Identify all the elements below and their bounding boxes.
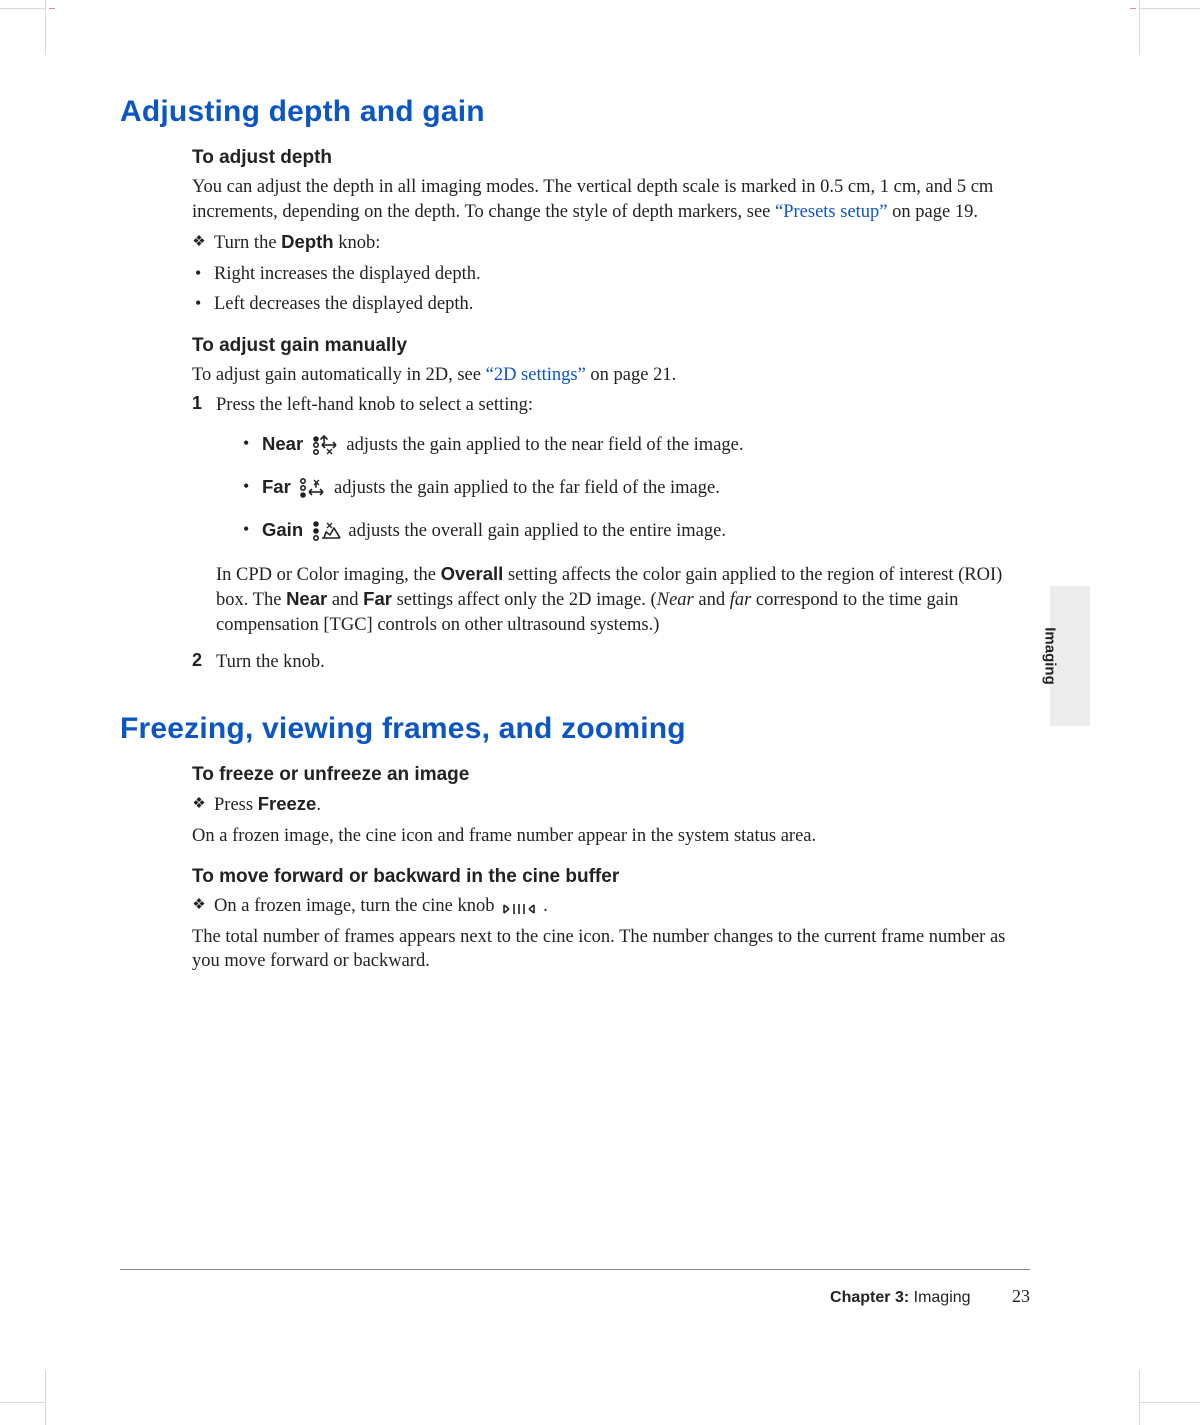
near-gain-icon xyxy=(310,434,340,456)
paragraph-freeze-note: On a frozen image, the cine icon and fra… xyxy=(192,824,1030,849)
text: . xyxy=(543,896,548,916)
overall-gain-icon xyxy=(310,520,342,542)
keyword-freeze: Freeze xyxy=(258,793,317,814)
step-turn-depth-knob: ❖ Turn the Depth knob: xyxy=(192,230,1030,256)
step-2-text: Turn the knob. xyxy=(216,652,325,672)
list-item-far: Far xyxy=(240,475,1030,500)
step-number: 1 xyxy=(192,393,216,643)
section-tab: Imaging xyxy=(1050,586,1090,726)
text: and xyxy=(694,590,730,610)
list-depth-directions: Right increases the displayed depth. Lef… xyxy=(192,262,1030,317)
text: To adjust gain automatically in 2D, see xyxy=(192,365,486,385)
heading-move-cine: To move forward or backward in the cine … xyxy=(192,866,1030,888)
text: . xyxy=(316,795,321,815)
text: In CPD or Color imaging, the xyxy=(216,565,441,585)
text: adjusts the overall gain applied to the … xyxy=(348,521,726,541)
text: and xyxy=(327,590,363,610)
section-tab-label: Imaging xyxy=(1042,627,1059,685)
italic-far: far xyxy=(730,590,752,610)
keyword-near: Near xyxy=(286,588,327,609)
heading-freezing-viewing-zooming: Freezing, viewing frames, and zooming xyxy=(120,712,1030,746)
diamond-bullet-icon: ❖ xyxy=(192,235,206,250)
text: settings affect only the 2D image. ( xyxy=(392,590,657,610)
link-presets-setup[interactable]: “Presets setup” xyxy=(775,202,888,222)
paragraph-gain-auto: To adjust gain automatically in 2D, see … xyxy=(192,363,1030,388)
footer-page-number: 23 xyxy=(975,1286,1030,1307)
step-1-text: Press the left-hand knob to select a set… xyxy=(216,395,533,415)
list-item-left: Left decreases the displayed depth. xyxy=(192,292,1030,316)
heading-to-adjust-depth: To adjust depth xyxy=(192,147,1030,169)
italic-near: Near xyxy=(657,590,694,610)
step-number: 2 xyxy=(192,650,216,674)
step-1: 1 Press the left-hand knob to select a s… xyxy=(192,393,1030,643)
step-turn-cine-knob: ❖ On a frozen image, turn the cine knob . xyxy=(192,894,1030,919)
paragraph-gain-note: In CPD or Color imaging, the Overall set… xyxy=(216,562,1030,638)
footer-chapter-name: Imaging xyxy=(914,1289,971,1306)
page-footer: Chapter 3: Imaging 23 xyxy=(830,1286,1030,1307)
text: Press xyxy=(214,795,258,815)
list-item-right: Right increases the displayed depth. xyxy=(192,262,1030,286)
far-gain-icon xyxy=(297,477,327,499)
paragraph-depth-intro: You can adjust the depth in all imaging … xyxy=(192,175,1030,224)
text: on page 19. xyxy=(888,202,978,222)
text: knob: xyxy=(334,233,381,253)
footer-rule xyxy=(120,1269,1030,1270)
link-2d-settings[interactable]: “2D settings” xyxy=(486,365,586,385)
text: adjusts the gain applied to the near fie… xyxy=(346,435,743,455)
cine-knob-icon xyxy=(501,901,541,917)
keyword-far: Far xyxy=(363,588,392,609)
step-press-freeze: ❖ Press Freeze. xyxy=(192,792,1030,818)
diamond-bullet-icon: ❖ xyxy=(192,797,206,812)
text: on page 21. xyxy=(586,365,676,385)
keyword-far: Far xyxy=(262,476,291,497)
heading-freeze-unfreeze: To freeze or unfreeze an image xyxy=(192,764,1030,786)
text: adjusts the gain applied to the far fiel… xyxy=(334,478,720,498)
keyword-depth: Depth xyxy=(281,231,333,252)
text: On a frozen image, turn the cine knob xyxy=(214,896,499,916)
keyword-overall: Overall xyxy=(441,563,504,584)
diamond-bullet-icon: ❖ xyxy=(192,898,206,913)
paragraph-cine-note: The total number of frames appears next … xyxy=(192,925,1030,974)
heading-to-adjust-gain: To adjust gain manually xyxy=(192,335,1030,357)
step-2: 2 Turn the knob. xyxy=(192,650,1030,674)
footer-chapter-label: Chapter 3: xyxy=(830,1289,909,1306)
page-content: Adjusting depth and gain To adjust depth… xyxy=(120,95,1030,980)
keyword-near: Near xyxy=(262,433,303,454)
list-item-gain: Gain xyxy=(240,518,1030,543)
heading-adjusting-depth-gain: Adjusting depth and gain xyxy=(120,95,1030,129)
list-item-near: Near xyxy=(240,432,1030,457)
text: Turn the xyxy=(214,233,281,253)
list-gain-settings: Near xyxy=(240,432,1030,544)
keyword-gain: Gain xyxy=(262,519,303,540)
